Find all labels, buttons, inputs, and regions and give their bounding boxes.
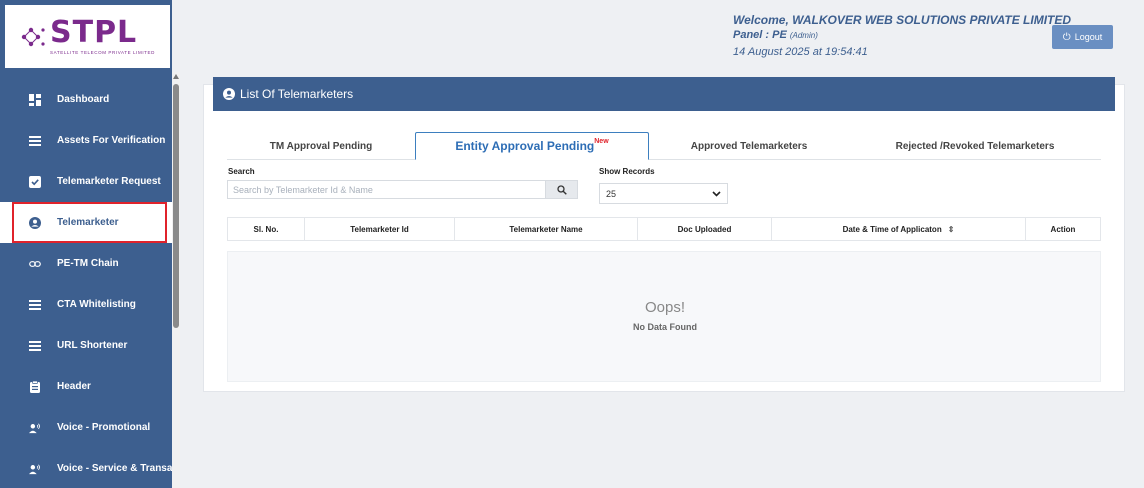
sidebar-item-voice-promotional[interactable]: Voice - Promotional <box>0 407 172 448</box>
brand-logo: STPL SATELLITE TELECOM PRIVATE LIMITED <box>20 18 155 55</box>
power-icon: ⏻ <box>1062 31 1071 43</box>
search-box <box>227 180 578 199</box>
company-name: WALKOVER WEB SOLUTIONS PRIVATE LIMITED <box>792 13 1072 27</box>
panel-role: (Admin) <box>789 31 818 40</box>
link-icon <box>29 258 41 270</box>
sidebar-item-pe-tm-chain[interactable]: PE-TM Chain <box>0 243 172 284</box>
logo-dots-icon <box>21 27 45 46</box>
sidebar-item-label: Voice - Service & Transac <box>57 463 172 474</box>
voice-user-icon <box>29 422 41 434</box>
sidebar-nav: Dashboard Assets For Verification Telema… <box>0 79 172 488</box>
chevron-down-icon <box>712 190 721 197</box>
sidebar-item-label: Dashboard <box>57 94 110 105</box>
col-action: Action <box>1050 224 1076 234</box>
dashboard-icon <box>29 93 41 106</box>
sidebar-item-label: PE-TM Chain <box>57 258 119 269</box>
sidebar-item-voice-service-transactional[interactable]: Voice - Service & Transac <box>0 448 172 488</box>
table-header: Sl. No. Telemarketer Id Telemarketer Nam… <box>227 217 1101 241</box>
sidebar-item-dashboard[interactable]: Dashboard <box>0 79 172 120</box>
show-records-select[interactable]: 25 <box>599 183 728 204</box>
col-telemarketer-id: Telemarketer Id <box>305 218 455 240</box>
empty-message: No Data Found <box>633 322 697 332</box>
check-square-icon <box>29 175 41 188</box>
col-doc-uploaded: Doc Uploaded <box>638 218 772 240</box>
tab-entity-approval-pending[interactable]: Entity Approval Pending New <box>415 132 649 160</box>
sidebar: STPL SATELLITE TELECOM PRIVATE LIMITED D… <box>0 0 172 488</box>
sidebar-item-telemarketer[interactable]: Telemarketer <box>0 202 172 243</box>
col-telemarketer-name: Telemarketer Name <box>455 218 638 240</box>
logo-box: STPL SATELLITE TELECOM PRIVATE LIMITED <box>5 5 170 68</box>
panel-label: Panel : PE <box>733 29 787 41</box>
empty-state: Oops! No Data Found <box>227 251 1101 382</box>
col-sl-no: Sl. No. <box>228 218 305 240</box>
brand-tagline: SATELLITE TELECOM PRIVATE LIMITED <box>50 50 155 55</box>
col-date-time[interactable]: Date & Time of Applicaton ⇕ <box>772 218 1026 240</box>
tab-rejected-revoked-telemarketers[interactable]: Rejected /Revoked Telemarketers <box>849 132 1101 160</box>
sidebar-item-label: Header <box>57 381 91 392</box>
current-datetime: 14 August 2025 at 19:54:41 <box>733 46 868 58</box>
sidebar-item-label: Assets For Verification <box>57 135 166 146</box>
search-icon <box>556 184 567 195</box>
sidebar-item-label: Telemarketer Request <box>57 176 161 187</box>
logout-button[interactable]: ⏻ Logout <box>1052 25 1113 49</box>
sidebar-item-label: URL Shortener <box>57 340 128 351</box>
sidebar-item-cta-whitelisting[interactable]: CTA Whitelisting <box>0 284 172 325</box>
list-icon <box>29 299 41 311</box>
status-tabs: TM Approval Pending Entity Approval Pend… <box>227 132 1101 160</box>
search-input[interactable] <box>228 181 545 198</box>
brand-name: STPL <box>50 15 138 50</box>
sidebar-scroll-thumb[interactable] <box>173 84 179 328</box>
panel-info: Panel : PE (Admin) <box>733 29 818 41</box>
card-header: List Of Telemarketers <box>213 77 1115 111</box>
tab-label: TM Approval Pending <box>269 140 373 152</box>
active-highlight-frame <box>12 202 167 243</box>
scroll-up-arrow-icon[interactable] <box>173 74 179 79</box>
tab-label: Rejected /Revoked Telemarketers <box>895 140 1055 152</box>
tab-approved-telemarketers[interactable]: Approved Telemarketers <box>649 132 849 160</box>
sidebar-item-telemarketer-request[interactable]: Telemarketer Request <box>0 161 172 202</box>
show-records-label: Show Records <box>599 167 655 176</box>
logout-label: Logout <box>1074 32 1103 42</box>
sidebar-item-label: Voice - Promotional <box>57 422 151 433</box>
welcome-text: Welcome, WALKOVER WEB SOLUTIONS PRIVATE … <box>733 13 1071 27</box>
empty-title: Oops! <box>644 299 686 316</box>
welcome-prefix: Welcome, <box>733 13 789 27</box>
tab-label: Entity Approval Pending <box>455 139 595 153</box>
list-icon <box>29 135 41 147</box>
voice-user-icon <box>29 463 41 475</box>
new-badge: New <box>594 137 609 145</box>
user-circle-icon <box>223 88 235 100</box>
sidebar-item-assets-for-verification[interactable]: Assets For Verification <box>0 120 172 161</box>
list-icon <box>29 340 41 352</box>
sort-icon[interactable]: ⇕ <box>948 225 955 234</box>
sidebar-item-url-shortener[interactable]: URL Shortener <box>0 325 172 366</box>
tab-tm-approval-pending[interactable]: TM Approval Pending <box>227 132 415 160</box>
show-records-value: 25 <box>606 188 617 199</box>
sidebar-item-header[interactable]: Header <box>0 366 172 407</box>
search-button[interactable] <box>545 181 577 198</box>
col-date-time-label: Date & Time of Applicaton <box>842 224 942 234</box>
clipboard-icon <box>29 380 41 393</box>
search-label: Search <box>228 167 255 176</box>
tab-label: Approved Telemarketers <box>690 140 808 152</box>
page-title: List Of Telemarketers <box>240 87 354 101</box>
sidebar-item-label: CTA Whitelisting <box>57 299 136 310</box>
